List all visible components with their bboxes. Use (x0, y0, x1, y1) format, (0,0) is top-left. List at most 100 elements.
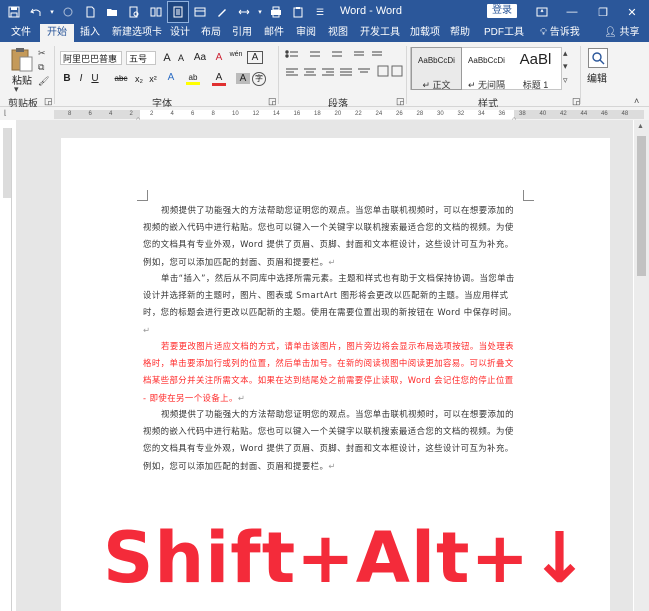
more-styles-icon[interactable]: ▿ (563, 75, 568, 86)
highlight-button[interactable]: ab (186, 73, 200, 85)
paste-icon[interactable] (10, 47, 34, 73)
chevron-down-icon[interactable]: ▾ (256, 2, 264, 22)
editing-button[interactable]: 编辑 (584, 46, 610, 86)
chevron-down-icon[interactable]: ▾ (14, 84, 19, 95)
lightbulb-icon: 💡︎ (540, 27, 547, 38)
login-button[interactable]: 登录 (487, 4, 517, 18)
char-shading-button[interactable]: A (236, 73, 250, 84)
tab-new[interactable]: 新建选项卡 (108, 24, 166, 42)
italic-button[interactable]: I (74, 73, 88, 84)
underline-button[interactable]: U (88, 73, 102, 84)
copy-icon[interactable]: ⧉ (38, 62, 44, 73)
print-icon[interactable] (266, 2, 286, 22)
bold-button[interactable]: B (60, 73, 74, 84)
tab-pdf[interactable]: PDF工具集 (480, 24, 528, 56)
font-color-button[interactable]: A (212, 72, 226, 86)
tab-insert[interactable]: 插入 (78, 24, 102, 42)
minimize-button[interactable]: — (557, 0, 587, 24)
chevron-up-icon[interactable]: ▴ (563, 48, 568, 59)
collapse-ribbon-icon[interactable]: ˄ (634, 96, 639, 106)
paragraph-3-selected[interactable]: 若要更改图片适应文档的方式，请单击该图片，图片旁边将会显示布局选项按钮。当处理表… (143, 338, 517, 407)
paragraph-mark: ↵ (237, 392, 246, 403)
bullets-icon[interactable] (284, 49, 404, 94)
dialog-launcher-icon[interactable]: ◲ (396, 96, 405, 107)
vertical-ruler[interactable] (3, 128, 12, 611)
chevron-down-icon[interactable]: ▾ (48, 2, 56, 22)
style-normal[interactable]: AaBbCcDi ↵ 正文 (411, 47, 462, 90)
change-case-button[interactable]: Aa (190, 52, 210, 63)
ribbon-display-icon[interactable] (527, 0, 557, 24)
chevron-down-icon[interactable]: ▾ (563, 61, 568, 72)
layout-icon[interactable] (190, 2, 210, 22)
width-icon[interactable] (234, 2, 254, 22)
scrollbar-thumb[interactable] (637, 136, 646, 276)
read-mode-icon[interactable] (167, 1, 189, 23)
ribbon-home: 粘贴 ▾ ✂ ⧉ 🖌︎ 剪贴板 ◲ 阿里巴巴普惠 五号 A A Aa A wén… (0, 42, 649, 110)
group-separator (54, 46, 55, 104)
customize-icon[interactable]: ☰ (310, 2, 330, 22)
scroll-up-icon[interactable]: ▲ (637, 123, 644, 130)
style-heading-1[interactable]: AaBl 标题 1 (511, 48, 560, 90)
undo-icon[interactable] (26, 2, 46, 22)
text-effect-button[interactable]: A (164, 72, 178, 83)
tab-addins[interactable]: 加载项 (410, 24, 440, 42)
save-icon[interactable] (4, 2, 24, 22)
tab-home[interactable]: 开始 (40, 24, 74, 42)
strikethrough-button[interactable]: abc (112, 74, 130, 83)
close-button[interactable]: ✕ (617, 0, 647, 24)
draw-icon[interactable] (212, 2, 232, 22)
format-painter-icon[interactable]: 🖌︎ (38, 76, 49, 87)
style-no-spacing[interactable]: AaBbCcDi ↵ 无间隔 (462, 48, 511, 90)
dialog-launcher-icon[interactable]: ◲ (268, 96, 277, 107)
paragraph-2[interactable]: 单击“插入”，然后从不同库中选择所需元素。主题和样式也有助于文档保持协调。当您单… (143, 270, 517, 339)
tab-layout[interactable]: 布局 (199, 24, 223, 42)
ruler-number: 44 (580, 111, 588, 117)
grow-font-button[interactable]: A (160, 52, 174, 64)
phonetic-guide-button[interactable]: wén (226, 51, 246, 58)
tab-view[interactable]: 视图 (326, 24, 350, 42)
ruler-number: 24 (375, 111, 383, 117)
tab-help[interactable]: 帮助 (448, 24, 472, 42)
tab-review[interactable]: 审阅 (294, 24, 318, 42)
pages-icon[interactable] (146, 2, 166, 22)
redo-icon[interactable] (58, 2, 78, 22)
horizontal-ruler[interactable]: 8 6 4 2 2 4 6 8 10 12 14 16 18 20 22 24 26 28 30 32 34 36 38 40… (54, 110, 644, 119)
restore-button[interactable]: ❐ (588, 0, 618, 24)
open-icon[interactable] (102, 2, 122, 22)
paragraph-4[interactable]: 视频提供了功能强大的方法帮助您证明您的观点。当您单击联机视频时，可以在想要添加的… (143, 406, 517, 475)
enclose-char-button[interactable]: 字 (252, 72, 266, 86)
quick-access-toolbar: ▾ ▾ ☰ (0, 1, 330, 23)
paragraph-1[interactable]: 视频提供了功能强大的方法帮助您证明您的观点。当您单击联机视频时，可以在想要添加的… (143, 202, 517, 271)
tab-references[interactable]: 引用 (230, 24, 254, 42)
tab-mailings[interactable]: 邮件 (262, 24, 286, 42)
tab-selector-icon[interactable]: ⌊ (4, 110, 12, 118)
ruler-number: 40 (539, 111, 547, 117)
clipboard-icon[interactable] (288, 2, 308, 22)
new-doc-icon[interactable] (80, 2, 100, 22)
vertical-scrollbar[interactable]: ▲ (634, 120, 649, 611)
person-icon: 👤︎ (604, 27, 617, 38)
ruler-number: 28 (416, 111, 424, 117)
shrink-font-button[interactable]: A (174, 53, 188, 63)
ruler-number: 34 (478, 111, 485, 117)
char-border-button[interactable]: A (247, 51, 263, 64)
subscript-button[interactable]: x₂ (132, 74, 146, 84)
ruler-number: 18 (314, 111, 321, 117)
styles-gallery: AaBbCcDi ↵ 正文 AaBbCcDi ↵ 无间隔 AaBl 标题 1 (410, 47, 562, 90)
ruler-number: 6 (88, 111, 92, 117)
font-name-select[interactable]: 阿里巴巴普惠 (60, 51, 122, 65)
tab-file[interactable]: 文件 (8, 24, 34, 42)
cut-icon[interactable]: ✂ (38, 48, 46, 59)
print-preview-icon[interactable] (124, 2, 144, 22)
superscript-button[interactable]: x² (146, 74, 160, 84)
font-size-select[interactable]: 五号 (126, 51, 156, 65)
tab-developer[interactable]: 开发工具 (360, 24, 400, 42)
share-button[interactable]: 👤︎ 共享 (604, 24, 639, 42)
tab-design[interactable]: 设计 (168, 24, 192, 42)
ruler-number: 12 (252, 111, 260, 117)
ruler-number: 36 (498, 111, 506, 117)
tell-me-search[interactable]: 💡︎ 告诉我 (540, 24, 580, 42)
paragraph-mark: ↵ (143, 324, 151, 335)
clear-format-button[interactable]: A (212, 52, 226, 63)
dialog-launcher-icon[interactable]: ◲ (44, 96, 53, 107)
